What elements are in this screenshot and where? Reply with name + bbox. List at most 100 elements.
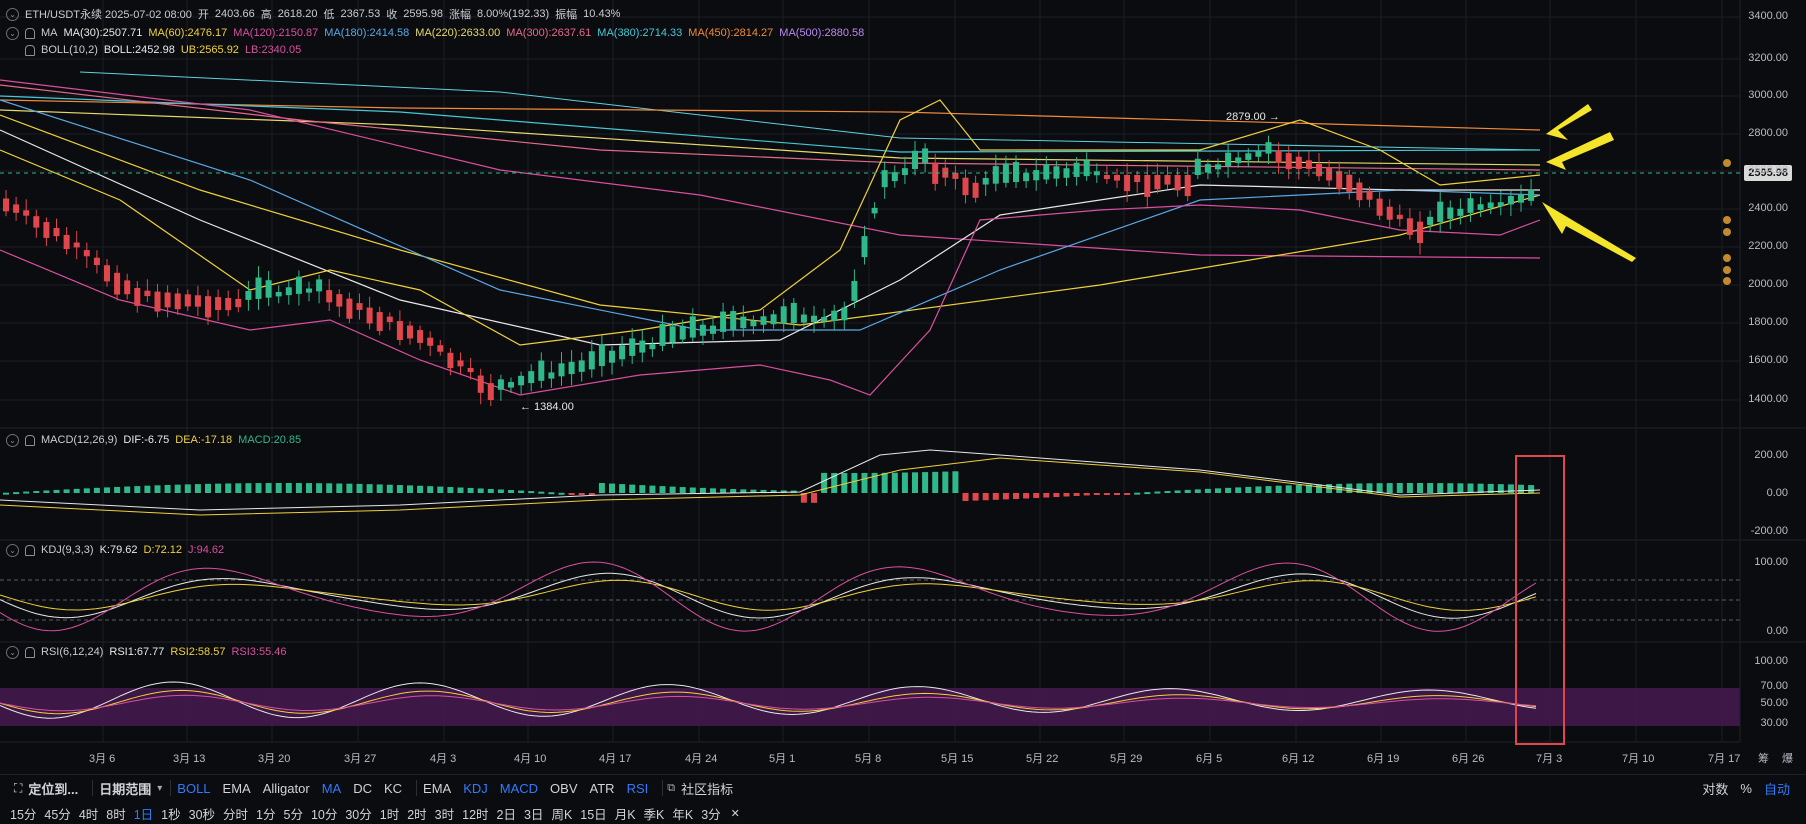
- macd-bar: [1245, 486, 1252, 493]
- candle: [285, 287, 292, 296]
- candle: [598, 344, 605, 367]
- main-indicator-ema[interactable]: EMA: [217, 781, 257, 796]
- arrow-annotations: [1542, 104, 1636, 262]
- candle: [1174, 175, 1181, 191]
- candle: [356, 303, 363, 310]
- bell-icon[interactable]: [25, 44, 35, 56]
- close-icon[interactable]: ✕: [725, 807, 746, 820]
- bell-icon[interactable]: [25, 434, 35, 446]
- sub-indicator-obv[interactable]: OBV: [544, 781, 583, 796]
- kdj-legend-item: J:94.62: [188, 544, 225, 556]
- bell-icon[interactable]: [25, 27, 35, 39]
- date-range-button[interactable]: 日期范围: [93, 779, 157, 798]
- collapse-icon[interactable]: ⌄: [6, 26, 19, 40]
- candle: [518, 375, 525, 386]
- main-indicator-kc[interactable]: KC: [378, 781, 408, 796]
- low-value: 2367.53: [340, 8, 381, 20]
- auto-scale-toggle[interactable]: 自动: [1758, 779, 1796, 798]
- time-tick-label: 6月 26: [1452, 753, 1485, 765]
- sub-indicator-atr[interactable]: ATR: [584, 781, 621, 796]
- timeframe-button[interactable]: 30分: [341, 804, 375, 823]
- sub-indicator-ema[interactable]: EMA: [417, 781, 457, 796]
- chevron-down-icon[interactable]: ▾: [157, 783, 162, 794]
- candle: [1497, 202, 1504, 207]
- candle: [871, 207, 878, 214]
- main-indicator-dc[interactable]: DC: [347, 781, 378, 796]
- chips-label[interactable]: 筹: [1758, 750, 1769, 766]
- ma60-line: [0, 114, 1541, 326]
- collapse-icon[interactable]: ⌄: [6, 645, 19, 659]
- macd-bar: [992, 493, 999, 500]
- timeframe-button[interactable]: 2日: [493, 804, 520, 823]
- ma-legend[interactable]: ⌄ MA MA(30):2507.71 MA(60):2476.17 MA(120)…: [6, 25, 864, 41]
- macd-bar: [1053, 493, 1060, 498]
- timeframe-button[interactable]: 3时: [431, 804, 458, 823]
- sub-indicator-kdj[interactable]: KDJ: [457, 781, 494, 796]
- macd-legend[interactable]: ⌄ MACD(12,26,9) DIF:-6.75 DEA:-17.18 MACD:…: [6, 432, 301, 448]
- timeframe-button[interactable]: 12时: [458, 804, 492, 823]
- timeframe-button[interactable]: 30秒: [185, 804, 219, 823]
- timeframe-button[interactable]: 季K: [640, 804, 669, 823]
- timeframe-button[interactable]: 15日: [576, 804, 610, 823]
- locate-icon[interactable]: ⛶: [14, 781, 22, 796]
- timeframe-button[interactable]: 1日: [130, 804, 157, 823]
- axis-tick-label: 2000.00: [1748, 278, 1788, 290]
- candle: [1406, 218, 1413, 235]
- macd-bar: [1255, 486, 1262, 493]
- candle: [1507, 196, 1514, 205]
- macd-bar: [1083, 493, 1090, 496]
- time-tick-label: 7月 17: [1708, 753, 1741, 765]
- collapse-icon[interactable]: ⌄: [6, 543, 19, 557]
- main-indicator-boll[interactable]: BOLL: [171, 781, 216, 796]
- candle: [1386, 206, 1393, 220]
- candle: [790, 302, 797, 324]
- main-indicator-alligator[interactable]: Alligator: [257, 781, 316, 796]
- candle: [659, 324, 666, 346]
- kdj-legend[interactable]: ⌄ KDJ(9,3,3) K:79.62 D:72.12 J:94.62: [6, 542, 224, 558]
- bell-icon[interactable]: [25, 646, 35, 658]
- timeframe-button[interactable]: 2时: [403, 804, 430, 823]
- timeframe-button[interactable]: 5分: [280, 804, 307, 823]
- collapse-icon[interactable]: ⌄: [6, 7, 19, 21]
- candle: [1346, 174, 1353, 192]
- sub-indicator-macd[interactable]: MACD: [494, 781, 544, 796]
- timeframe-button[interactable]: 1分: [252, 804, 279, 823]
- macd-bar: [1174, 490, 1181, 493]
- ma-legend-item: MA(300):2637.61: [506, 27, 592, 39]
- candle: [831, 310, 838, 321]
- timeframe-button[interactable]: 月K: [611, 804, 640, 823]
- timeframe-button[interactable]: 10分: [307, 804, 341, 823]
- locate-button[interactable]: 定位到...: [22, 779, 84, 798]
- timeframe-button[interactable]: 4时: [75, 804, 102, 823]
- timeframe-button[interactable]: 周K: [547, 804, 576, 823]
- collapse-icon[interactable]: ⌄: [6, 433, 19, 447]
- timeframe-button[interactable]: 1时: [376, 804, 403, 823]
- macd-bar: [336, 483, 343, 493]
- boll-legend[interactable]: BOLL(10,2) BOLL:2452.98 UB:2565.92 LB:2340…: [6, 42, 301, 58]
- sub-indicator-rsi[interactable]: RSI: [621, 781, 655, 796]
- rsi-legend-item: RSI2:58.57: [170, 646, 226, 658]
- liquidation-label[interactable]: 爆: [1782, 750, 1793, 766]
- macd-bar: [1043, 493, 1050, 498]
- timeframe-button[interactable]: 3分: [697, 804, 724, 823]
- timeframe-button[interactable]: 15分: [6, 804, 40, 823]
- rsi-legend[interactable]: ⌄ RSI(6,12,24) RSI1:67.77 RSI2:58.57 RSI3:…: [6, 644, 287, 660]
- timeframe-button[interactable]: 45分: [40, 804, 74, 823]
- main-indicator-ma[interactable]: MA: [316, 781, 348, 796]
- community-icon[interactable]: ⧉: [667, 782, 675, 795]
- candle: [1265, 142, 1272, 154]
- timeframe-button[interactable]: 3日: [520, 804, 547, 823]
- timeframe-button[interactable]: 年K: [668, 804, 697, 823]
- percent-scale-toggle[interactable]: %: [1734, 781, 1758, 796]
- log-scale-toggle[interactable]: 对数: [1696, 779, 1734, 798]
- timeframe-button[interactable]: 8时: [102, 804, 129, 823]
- community-indicators-button[interactable]: 社区指标: [675, 779, 739, 798]
- candle: [43, 222, 50, 238]
- timeframe-button[interactable]: 1秒: [157, 804, 184, 823]
- bell-icon[interactable]: [25, 544, 35, 556]
- candle: [861, 236, 868, 258]
- timeframe-button[interactable]: 分时: [219, 804, 252, 823]
- macd-bar: [720, 488, 727, 493]
- candle: [366, 307, 373, 324]
- candle: [1285, 153, 1292, 170]
